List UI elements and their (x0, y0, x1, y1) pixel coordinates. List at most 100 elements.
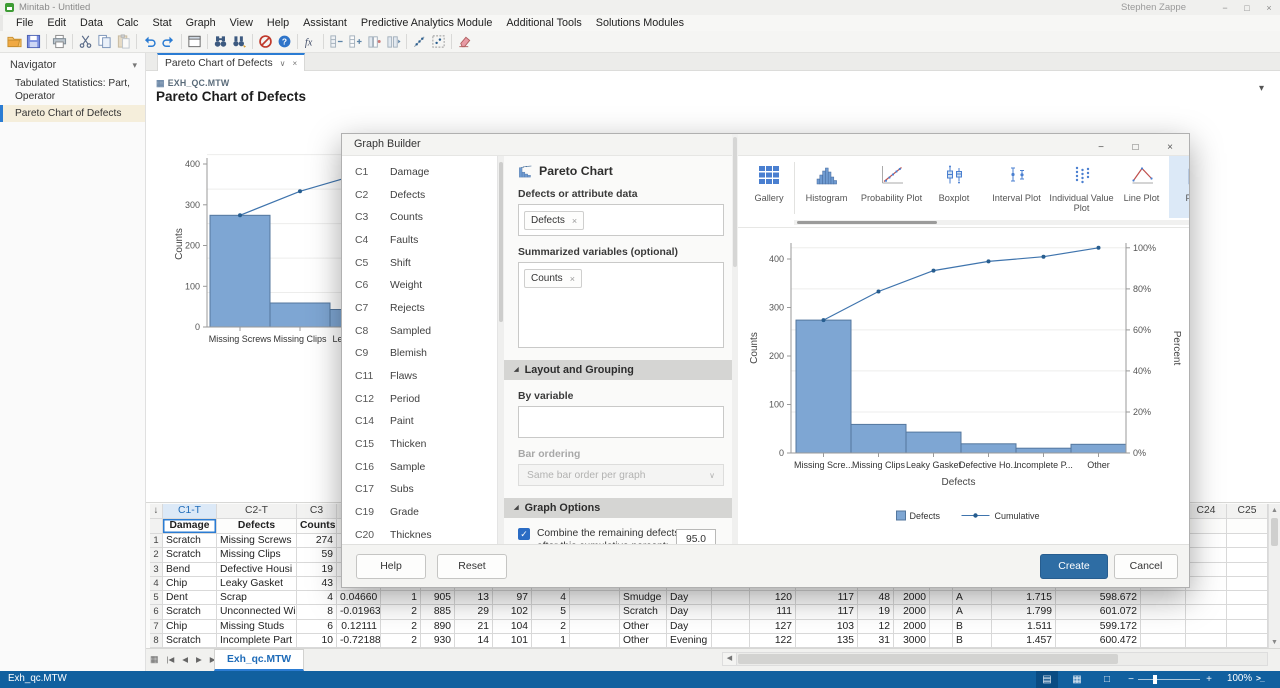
worksheet-cell[interactable]: A (953, 605, 992, 619)
worksheet-cell[interactable]: Other (620, 634, 667, 648)
worksheet-cell[interactable]: 117 (796, 591, 858, 605)
row-number[interactable]: 6 (150, 605, 163, 619)
copy-icon[interactable] (95, 33, 114, 51)
dialog-column-item-c3[interactable]: C3Counts (342, 206, 497, 229)
worksheet-cell[interactable] (930, 620, 953, 634)
help-button[interactable]: Help (356, 554, 426, 579)
row-number[interactable]: 1 (150, 534, 163, 548)
worksheet-cell[interactable]: Scratch (163, 534, 217, 548)
stop-command-icon[interactable] (256, 33, 275, 51)
navigator-item-pareto-chart-of-defects[interactable]: Pareto Chart of Defects (0, 105, 145, 122)
worksheet-cell[interactable]: 1 (381, 591, 421, 605)
worksheet-cell[interactable]: Other (620, 620, 667, 634)
worksheet-cell[interactable] (1141, 605, 1186, 619)
data-view-icon[interactable]: ▦ (1066, 671, 1088, 688)
worksheet-cell[interactable] (570, 605, 620, 619)
dialog-column-item-c6[interactable]: C6Weight (342, 274, 497, 297)
open-file-icon[interactable] (5, 33, 24, 51)
worksheet-cell[interactable]: Day (667, 591, 712, 605)
worksheet-cell[interactable] (712, 620, 750, 634)
gallery-item-probability-plot[interactable]: Probability Plot (859, 156, 924, 218)
print-icon[interactable] (50, 33, 69, 51)
next-worksheet-icon[interactable]: ▶ (192, 649, 206, 670)
worksheet-cell[interactable]: Day (667, 620, 712, 634)
worksheet-cell[interactable]: 890 (421, 620, 455, 634)
worksheet-cell[interactable]: 4 (532, 591, 570, 605)
column-header[interactable]: C2-T (217, 504, 297, 519)
worksheet-cell[interactable]: Chip (163, 577, 217, 591)
worksheet-cell[interactable]: 1.511 (992, 620, 1056, 634)
worksheet-cell[interactable]: 4 (297, 591, 337, 605)
zoom-slider[interactable] (1138, 679, 1200, 680)
worksheet-cell[interactable]: 29 (455, 605, 493, 619)
menu-edit[interactable]: Edit (40, 15, 73, 31)
worksheet-cell[interactable]: 31 (858, 634, 894, 648)
worksheet-cell[interactable] (1227, 534, 1268, 548)
worksheet-cell[interactable]: 1.715 (992, 591, 1056, 605)
worksheet-cell[interactable] (930, 591, 953, 605)
menu-additional-tools[interactable]: Additional Tools (499, 15, 588, 31)
gallery-item-line-plot[interactable]: Line Plot (1114, 156, 1169, 218)
row-number[interactable]: 2 (150, 548, 163, 562)
command-line-icon[interactable]: >_ (1256, 673, 1264, 683)
vertical-scrollbar[interactable]: ▲ ▼ (1268, 504, 1280, 648)
worksheet-cell[interactable] (1186, 634, 1227, 648)
dialog-column-item-c12[interactable]: C12Period (342, 388, 497, 411)
scrollbar-thumb[interactable] (1271, 518, 1278, 546)
worksheet-cell[interactable]: 2 (381, 620, 421, 634)
worksheet-cell[interactable]: 10 (297, 634, 337, 648)
worksheet-cell[interactable] (1141, 634, 1186, 648)
help-icon[interactable]: ? (275, 33, 294, 51)
worksheet-cell[interactable]: 601.072 (1056, 605, 1141, 619)
reset-button[interactable]: Reset (437, 554, 507, 579)
worksheet-cell[interactable]: -0.01963 (337, 605, 381, 619)
menu-help[interactable]: Help (260, 15, 296, 31)
worksheet-cell[interactable]: 103 (796, 620, 858, 634)
restore-icon[interactable]: □ (1236, 3, 1258, 13)
dialog-minimize-icon[interactable]: − (1086, 142, 1116, 153)
worksheet-cell[interactable] (1227, 620, 1268, 634)
column-name-cell[interactable]: Counts (297, 519, 337, 534)
worksheet-cell[interactable]: 0.04660 (337, 591, 381, 605)
worksheet-cell[interactable] (930, 605, 953, 619)
gallery-item-individual-value-plot[interactable]: Individual Value Plot (1049, 156, 1114, 218)
menu-view[interactable]: View (223, 15, 260, 31)
column-header[interactable]: C1-T (163, 504, 217, 519)
worksheet-cell[interactable]: 1.457 (992, 634, 1056, 648)
minimize-icon[interactable]: − (1214, 3, 1236, 13)
menu-assistant[interactable]: Assistant (296, 15, 354, 31)
worksheet-cell[interactable]: 1.799 (992, 605, 1056, 619)
worksheet-cell[interactable]: 48 (858, 591, 894, 605)
worksheet-cell[interactable]: 885 (421, 605, 455, 619)
close-icon[interactable]: × (1258, 3, 1280, 13)
worksheet-cell[interactable]: 97 (493, 591, 532, 605)
worksheet-cell[interactable]: 6 (297, 620, 337, 634)
remove-chip-icon[interactable]: × (570, 274, 575, 284)
zoom-in-icon[interactable]: + (1198, 671, 1220, 688)
worksheet-cell[interactable]: A (953, 591, 992, 605)
worksheet-cell[interactable] (1227, 591, 1268, 605)
tab-close-icon[interactable]: × (292, 59, 297, 68)
worksheet-cell[interactable]: Evening (667, 634, 712, 648)
tab-pareto-chart-of-defects[interactable]: Pareto Chart of Defects ∨ × (157, 53, 305, 71)
worksheet-cell[interactable]: 598.672 (1056, 591, 1141, 605)
worksheet-cell[interactable]: 3000 (894, 634, 930, 648)
column-name-cell[interactable]: Damage (163, 519, 217, 534)
row-number[interactable]: 4 (150, 577, 163, 591)
dialog-column-item-c2[interactable]: C2Defects (342, 184, 497, 207)
worksheet-cell[interactable]: Missing Studs (217, 620, 297, 634)
worksheet-cell[interactable]: Missing Clips (217, 548, 297, 562)
cancel-button[interactable]: Cancel (1114, 554, 1178, 579)
menu-solutions-modules[interactable]: Solutions Modules (589, 15, 691, 31)
worksheet-cell[interactable]: 5 (532, 605, 570, 619)
remove-chip-icon[interactable]: × (572, 216, 577, 226)
bar-ordering-dropdown[interactable]: Same bar order per graph ∨ (518, 464, 724, 486)
worksheet-cell[interactable] (1186, 605, 1227, 619)
worksheet-cell[interactable]: 274 (297, 534, 337, 548)
gallery-item-interval-plot[interactable]: Interval Plot (984, 156, 1049, 218)
gallery-item-histogram[interactable]: Histogram (794, 156, 859, 218)
cumulative-percent-input[interactable]: 95.0 (676, 529, 716, 544)
worksheet-cell[interactable]: 2000 (894, 591, 930, 605)
dialog-column-item-c9[interactable]: C9Blemish (342, 343, 497, 366)
gallery-item-pareto[interactable]: Pareto (1169, 156, 1189, 218)
